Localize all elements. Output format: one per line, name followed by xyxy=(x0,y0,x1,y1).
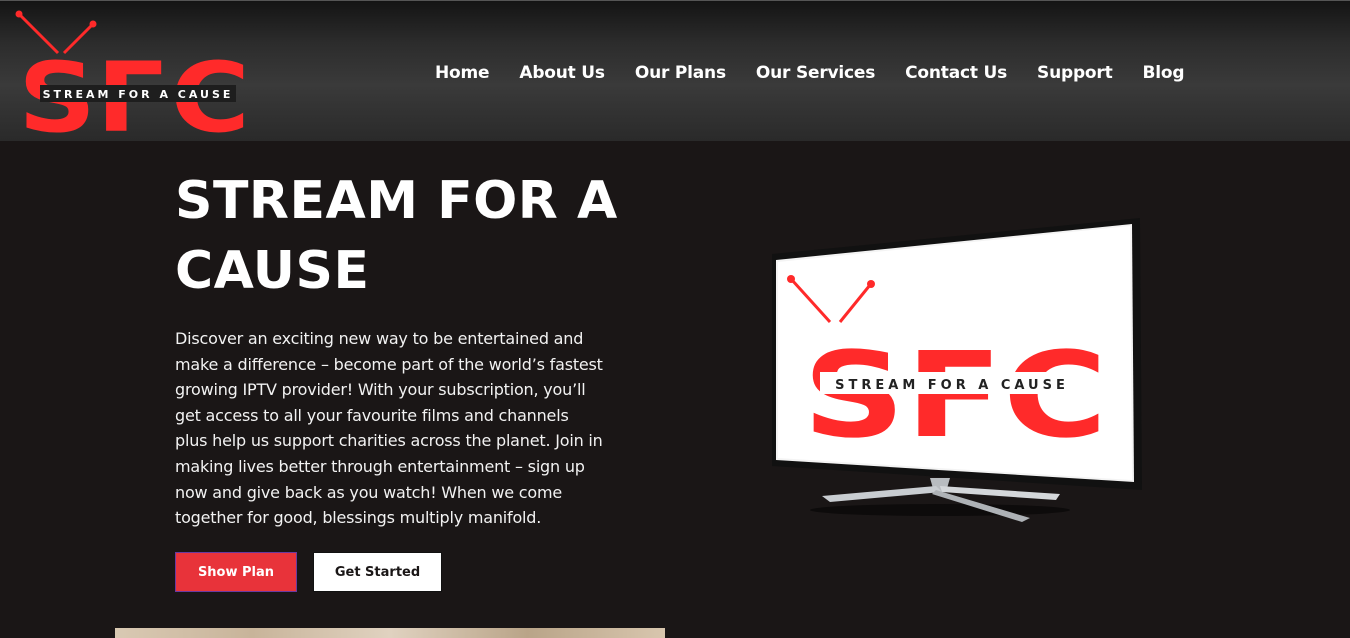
show-plan-button[interactable]: Show Plan xyxy=(175,552,297,592)
get-started-button[interactable]: Get Started xyxy=(313,552,442,592)
tv-illustration: SFC STREAM FOR A CAUSE xyxy=(772,218,1142,522)
nav-item-contact-us[interactable]: Contact Us xyxy=(890,63,1022,83)
hero-title: STREAM FOR A CAUSE xyxy=(175,171,618,301)
sfc-logo[interactable]: SFC STREAM FOR A CAUSE xyxy=(12,7,257,137)
nav-item-blog[interactable]: Blog xyxy=(1128,63,1200,83)
hero-description: Discover an exciting new way to be enter… xyxy=(175,329,603,528)
site-header: SFC STREAM FOR A CAUSE Home About Us Our… xyxy=(0,0,1350,141)
main-nav: Home About Us Our Plans Our Services Con… xyxy=(420,53,1199,93)
logo-tagline: STREAM FOR A CAUSE xyxy=(43,88,234,101)
nav-item-our-plans[interactable]: Our Plans xyxy=(620,63,741,83)
nav-item-support[interactable]: Support xyxy=(1022,63,1127,83)
tv-logo-letters: SFC xyxy=(803,326,1108,464)
nav-item-our-services[interactable]: Our Services xyxy=(741,63,890,83)
nav-item-home[interactable]: Home xyxy=(420,63,504,83)
nav-item-about-us[interactable]: About Us xyxy=(504,63,619,83)
content-image xyxy=(115,628,665,638)
tv-logo-tagline: STREAM FOR A CAUSE xyxy=(835,378,1069,393)
